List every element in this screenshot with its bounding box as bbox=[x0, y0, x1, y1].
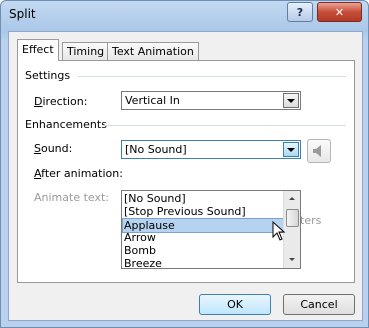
scroll-thumb[interactable] bbox=[286, 209, 299, 227]
mouse-pointer-icon bbox=[272, 221, 286, 241]
dialog-body: Effect Timing Text Animation Settings Di… bbox=[8, 31, 363, 321]
settings-divider bbox=[78, 76, 346, 77]
sound-label: Sound: bbox=[34, 142, 73, 155]
list-item-bomb[interactable]: Bomb bbox=[123, 244, 284, 257]
direction-dropdown-button[interactable] bbox=[283, 93, 299, 108]
list-item-no-sound[interactable]: [No Sound] bbox=[123, 192, 284, 205]
obscured-text-fragment: ters bbox=[300, 214, 322, 227]
enhancements-heading: Enhancements bbox=[25, 118, 107, 131]
scroll-up-button[interactable] bbox=[285, 192, 299, 206]
speaker-icon bbox=[313, 145, 321, 157]
close-button[interactable]: ✕ bbox=[317, 2, 362, 22]
effect-panel: Settings Direction: Vertical In Enhancem… bbox=[17, 60, 355, 283]
help-button[interactable]: ? bbox=[287, 2, 313, 22]
direction-select[interactable]: Vertical In bbox=[121, 91, 301, 110]
dialog-title: Split bbox=[9, 7, 36, 21]
sound-dropdown-button[interactable] bbox=[283, 142, 299, 157]
direction-value: Vertical In bbox=[125, 94, 180, 107]
scroll-down-button[interactable] bbox=[285, 253, 299, 267]
enhancements-divider bbox=[103, 125, 346, 126]
list-item-arrow[interactable]: Arrow bbox=[123, 231, 284, 244]
sound-value: [No Sound] bbox=[125, 143, 187, 156]
direction-label-rest: irection: bbox=[42, 95, 88, 108]
split-dialog: Split ? ✕ Effect Timing Text Animation S… bbox=[0, 0, 369, 328]
list-item-stop-previous-sound[interactable]: [Stop Previous Sound] bbox=[123, 205, 284, 218]
tab-text-animation[interactable]: Text Animation bbox=[107, 42, 199, 61]
animate-text-label: Animate text: bbox=[34, 191, 110, 204]
sound-select[interactable]: [No Sound] bbox=[121, 140, 301, 159]
after-animation-label: After animation: bbox=[34, 167, 123, 180]
list-item-breeze[interactable]: Breeze bbox=[123, 257, 284, 268]
tab-effect[interactable]: Effect bbox=[17, 39, 59, 61]
settings-heading: Settings bbox=[25, 69, 71, 82]
cancel-button[interactable]: Cancel bbox=[283, 294, 355, 315]
sound-preview-button[interactable] bbox=[307, 139, 331, 163]
ok-button[interactable]: OK bbox=[199, 294, 271, 315]
tab-timing[interactable]: Timing bbox=[62, 42, 110, 61]
direction-label: Direction: bbox=[34, 95, 88, 108]
